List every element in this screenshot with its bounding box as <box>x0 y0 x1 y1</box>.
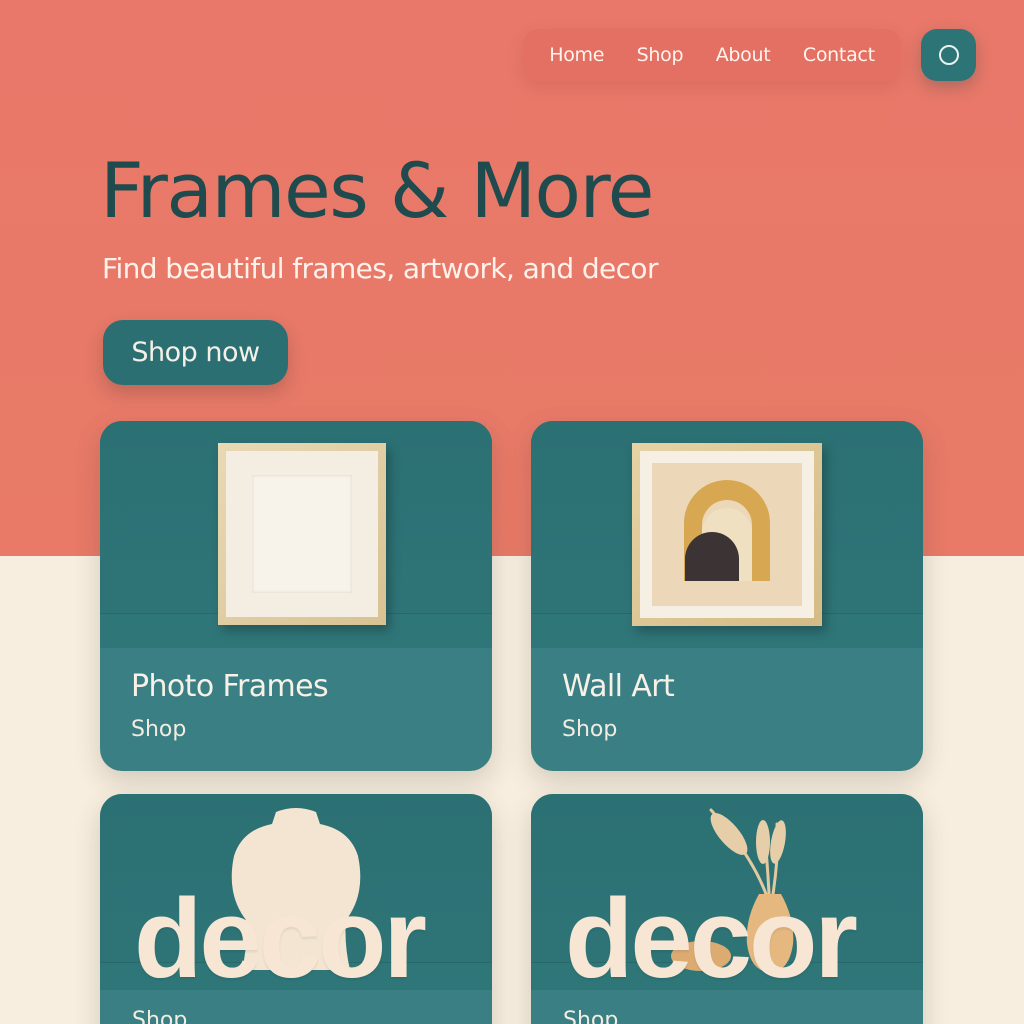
top-navigation: Home Shop About Contact <box>523 29 901 81</box>
page-title: Frames & More <box>100 146 654 235</box>
card-title: Photo Frames <box>131 669 329 704</box>
card-shop-link[interactable]: Shop <box>562 717 617 742</box>
nav-home[interactable]: Home <box>549 44 604 66</box>
search-icon <box>938 45 959 65</box>
nav-contact[interactable]: Contact <box>803 44 875 66</box>
photo-frame-image <box>218 443 386 625</box>
card-shop-link[interactable]: Shop <box>131 717 186 742</box>
nav-shop[interactable]: Shop <box>637 44 684 66</box>
wall-art-image <box>632 443 822 626</box>
card-image: decor <box>531 794 923 1001</box>
hero-subtitle: Find beautiful frames, artwork, and deco… <box>102 252 658 285</box>
card-image <box>531 421 923 648</box>
category-card-wall-art[interactable]: Wall Art Shop <box>531 421 923 771</box>
decor-overlay-text: decor <box>565 876 858 1001</box>
card-shop-link[interactable]: Shop <box>132 1008 187 1024</box>
search-button[interactable] <box>921 29 976 81</box>
card-shop-link[interactable]: Shop <box>563 1008 618 1024</box>
card-image <box>100 421 492 648</box>
shop-now-button[interactable]: Shop now <box>103 320 288 385</box>
category-card-photo-frames[interactable]: Photo Frames Shop <box>100 421 492 771</box>
category-card-decor-bust[interactable]: decor Shop <box>100 794 492 1024</box>
nav-about[interactable]: About <box>716 44 771 66</box>
category-card-decor-vase[interactable]: decor Shop <box>531 794 923 1024</box>
decor-overlay-text: decor <box>134 876 427 1001</box>
card-title: Wall Art <box>562 669 675 704</box>
card-image: decor <box>100 794 492 1001</box>
